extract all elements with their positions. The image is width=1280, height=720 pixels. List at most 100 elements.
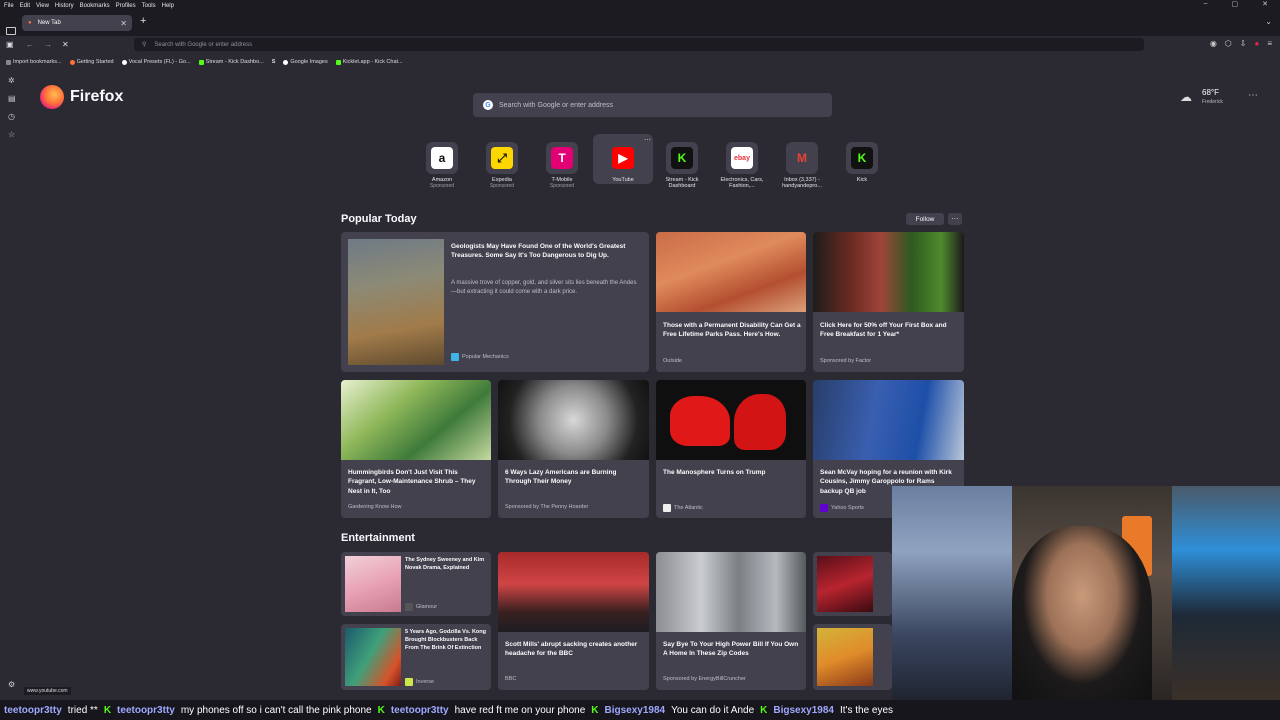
story-source: Sponsored by Factor bbox=[820, 358, 871, 364]
story-card-scott-mills[interactable]: Scott Mills' abrupt sacking creates anot… bbox=[498, 552, 649, 690]
source-label: Glamour bbox=[416, 604, 438, 610]
collectibles-shelf bbox=[892, 486, 1012, 700]
google-icon: G bbox=[483, 100, 493, 110]
bookmark-s[interactable]: S bbox=[272, 59, 276, 65]
bookmark-label: Vocal Presets (FL) - Go... bbox=[128, 59, 191, 65]
address-placeholder: Search with Google or enter address bbox=[154, 41, 253, 48]
sidebar-icon[interactable]: ▣ bbox=[6, 40, 14, 49]
chat-user: teetoopr3tty bbox=[4, 704, 62, 716]
tab-list-icon[interactable]: ⌄ bbox=[1265, 17, 1272, 26]
maximize-icon[interactable]: ▢ bbox=[1232, 0, 1239, 8]
red-cap-shape bbox=[670, 396, 730, 446]
bookmark-vocal-presets[interactable]: Vocal Presets (FL) - Go... bbox=[121, 59, 191, 65]
synced-tabs-icon[interactable]: ▤ bbox=[8, 94, 16, 103]
forward-icon[interactable]: → bbox=[44, 40, 52, 49]
menu-help[interactable]: Help bbox=[162, 3, 174, 9]
story-card-power-bill[interactable]: Say Bye To Your High Power Bill If You O… bbox=[656, 552, 806, 690]
bookmark-getting-started[interactable]: Getting Started bbox=[69, 59, 114, 65]
history-icon[interactable]: ◷ bbox=[8, 112, 15, 121]
shortcut-label: Kick bbox=[856, 177, 868, 183]
shortcut-tmobile[interactable]: T T-Mobile Sponsored bbox=[532, 138, 592, 189]
customize-sidebar-icon[interactable]: ⚙ bbox=[8, 680, 15, 689]
partly-cloudy-icon: ☁ bbox=[1180, 90, 1192, 104]
bookmark-import[interactable]: Import bookmarks... bbox=[6, 59, 62, 65]
app-menu-icon[interactable]: ≡ bbox=[1267, 39, 1272, 48]
extension-red-icon[interactable]: ● bbox=[1254, 39, 1259, 48]
story-card-manosphere[interactable]: The Manosphere Turns on Trump The Atlant… bbox=[656, 380, 806, 518]
menu-history[interactable]: History bbox=[55, 3, 74, 9]
source-label: BBC bbox=[505, 676, 517, 682]
account-icon[interactable]: ◉ bbox=[1210, 39, 1217, 48]
minimize-icon[interactable]: – bbox=[1204, 0, 1208, 8]
shortcut-label: Electronics, Cars, Fashion,... bbox=[720, 177, 764, 189]
story-headline: Say Bye To Your High Power Bill If You O… bbox=[663, 641, 799, 658]
shortcut-ebay[interactable]: ebay Electronics, Cars, Fashion,... bbox=[712, 138, 772, 189]
amazon-icon: a bbox=[431, 147, 453, 169]
performer-image bbox=[817, 556, 873, 612]
bookmark-label: Google Images bbox=[290, 59, 328, 65]
red-cap-shape bbox=[734, 394, 786, 450]
shortcut-label: Stream - Kick Dashboard bbox=[665, 177, 699, 189]
source-label: Inverse bbox=[416, 679, 435, 685]
sidebar-toggle-icon[interactable] bbox=[6, 27, 16, 35]
section-menu-icon[interactable]: ⋯ bbox=[948, 213, 962, 225]
yahoo-icon bbox=[820, 504, 828, 512]
story-card-godzilla[interactable]: 5 Years Ago, Godzilla Vs. Kong Brought B… bbox=[341, 624, 491, 690]
shortcut-menu-icon[interactable]: ⋯ bbox=[644, 136, 651, 144]
story-card-factor[interactable]: Click Here for 50% off Your First Box an… bbox=[813, 232, 964, 372]
glamour-icon bbox=[405, 603, 413, 611]
shortcut-youtube[interactable]: ▶ YouTube ⋯ bbox=[593, 134, 653, 184]
kick-badge-icon: K bbox=[591, 704, 599, 716]
bookmark-kicklet[interactable]: Kicklet.app - Kick Chat... bbox=[335, 59, 403, 65]
ai-chatbot-icon[interactable]: ✲ bbox=[8, 76, 15, 85]
downloads-icon[interactable]: ⇩ bbox=[1240, 39, 1247, 48]
streamer bbox=[1012, 526, 1152, 700]
story-headline: Scott Mills' abrupt sacking creates anot… bbox=[505, 641, 638, 658]
story-source: Inverse bbox=[405, 678, 434, 686]
story-card-partial-2[interactable] bbox=[813, 624, 892, 690]
menu-edit[interactable]: Edit bbox=[20, 3, 30, 9]
address-bar[interactable]: ⚲ Search with Google or enter address bbox=[134, 38, 1144, 51]
tab-new-tab[interactable]: ● New Tab ✕ bbox=[22, 15, 132, 31]
chat-message: have red ft me on your phone bbox=[454, 704, 586, 716]
menu-bookmarks[interactable]: Bookmarks bbox=[80, 3, 110, 9]
shortcut-expedia[interactable]: ⤢ Expedia Sponsored bbox=[472, 138, 532, 189]
bookmarks-icon[interactable]: ☆ bbox=[8, 130, 15, 139]
bookmark-google-images[interactable]: Google Images bbox=[283, 59, 328, 65]
entertainment-title: Entertainment bbox=[341, 532, 415, 544]
weather-city: Frederick bbox=[1202, 99, 1223, 105]
story-card-partial-1[interactable] bbox=[813, 552, 892, 616]
menu-tools[interactable]: Tools bbox=[142, 3, 156, 9]
story-card-parks-pass[interactable]: Those with a Permanent Disability Can Ge… bbox=[656, 232, 806, 372]
new-tab-button[interactable]: + bbox=[140, 15, 146, 27]
kick-icon: K bbox=[851, 147, 873, 169]
bookmark-label: Import bookmarks... bbox=[13, 59, 62, 65]
menu-profiles[interactable]: Profiles bbox=[116, 3, 136, 9]
story-card-geologists[interactable]: Geologists May Have Found One of the Wor… bbox=[341, 232, 649, 372]
inverse-icon bbox=[405, 678, 413, 686]
shortcut-kick[interactable]: K Kick bbox=[832, 138, 892, 183]
follow-button[interactable]: Follow bbox=[906, 213, 944, 225]
stop-loading-icon[interactable]: ✕ bbox=[62, 40, 69, 49]
story-source: Yahoo Sports bbox=[820, 504, 864, 512]
shortcut-sponsored: Sponsored bbox=[549, 183, 575, 189]
extensions-icon[interactable]: ⬡ bbox=[1225, 39, 1232, 48]
search-box[interactable]: G Search with Google or enter address bbox=[473, 93, 832, 117]
bookmark-kick-dashboard[interactable]: Stream - Kick Dashbo... bbox=[198, 59, 264, 65]
expedia-icon: ⤢ bbox=[491, 147, 513, 169]
search-placeholder: Search with Google or enter address bbox=[499, 101, 614, 109]
story-card-lazy-americans[interactable]: 6 Ways Lazy Americans are Burning Throug… bbox=[498, 380, 649, 518]
close-tab-icon[interactable]: ✕ bbox=[120, 19, 127, 28]
menu-view[interactable]: View bbox=[36, 3, 49, 9]
shortcut-gmail[interactable]: M Inbox (3,337) - handyandepro... bbox=[772, 138, 832, 189]
story-card-sydney-sweeney[interactable]: The Sydney Sweeney and Kim Novak Drama, … bbox=[341, 552, 491, 616]
shortcut-amazon[interactable]: a Amazon Sponsored bbox=[412, 138, 472, 189]
menu-file[interactable]: File bbox=[4, 3, 14, 9]
close-window-icon[interactable]: ✕ bbox=[1262, 0, 1268, 8]
page-menu-icon[interactable]: ⋯ bbox=[1248, 90, 1258, 101]
back-icon[interactable]: ← bbox=[26, 40, 34, 49]
hummingbird-image bbox=[341, 380, 491, 460]
firefox-icon bbox=[69, 59, 75, 65]
shortcut-kick-dashboard[interactable]: K Stream - Kick Dashboard bbox=[652, 138, 712, 189]
story-card-hummingbirds[interactable]: Hummingbirds Don't Just Visit This Fragr… bbox=[341, 380, 491, 518]
